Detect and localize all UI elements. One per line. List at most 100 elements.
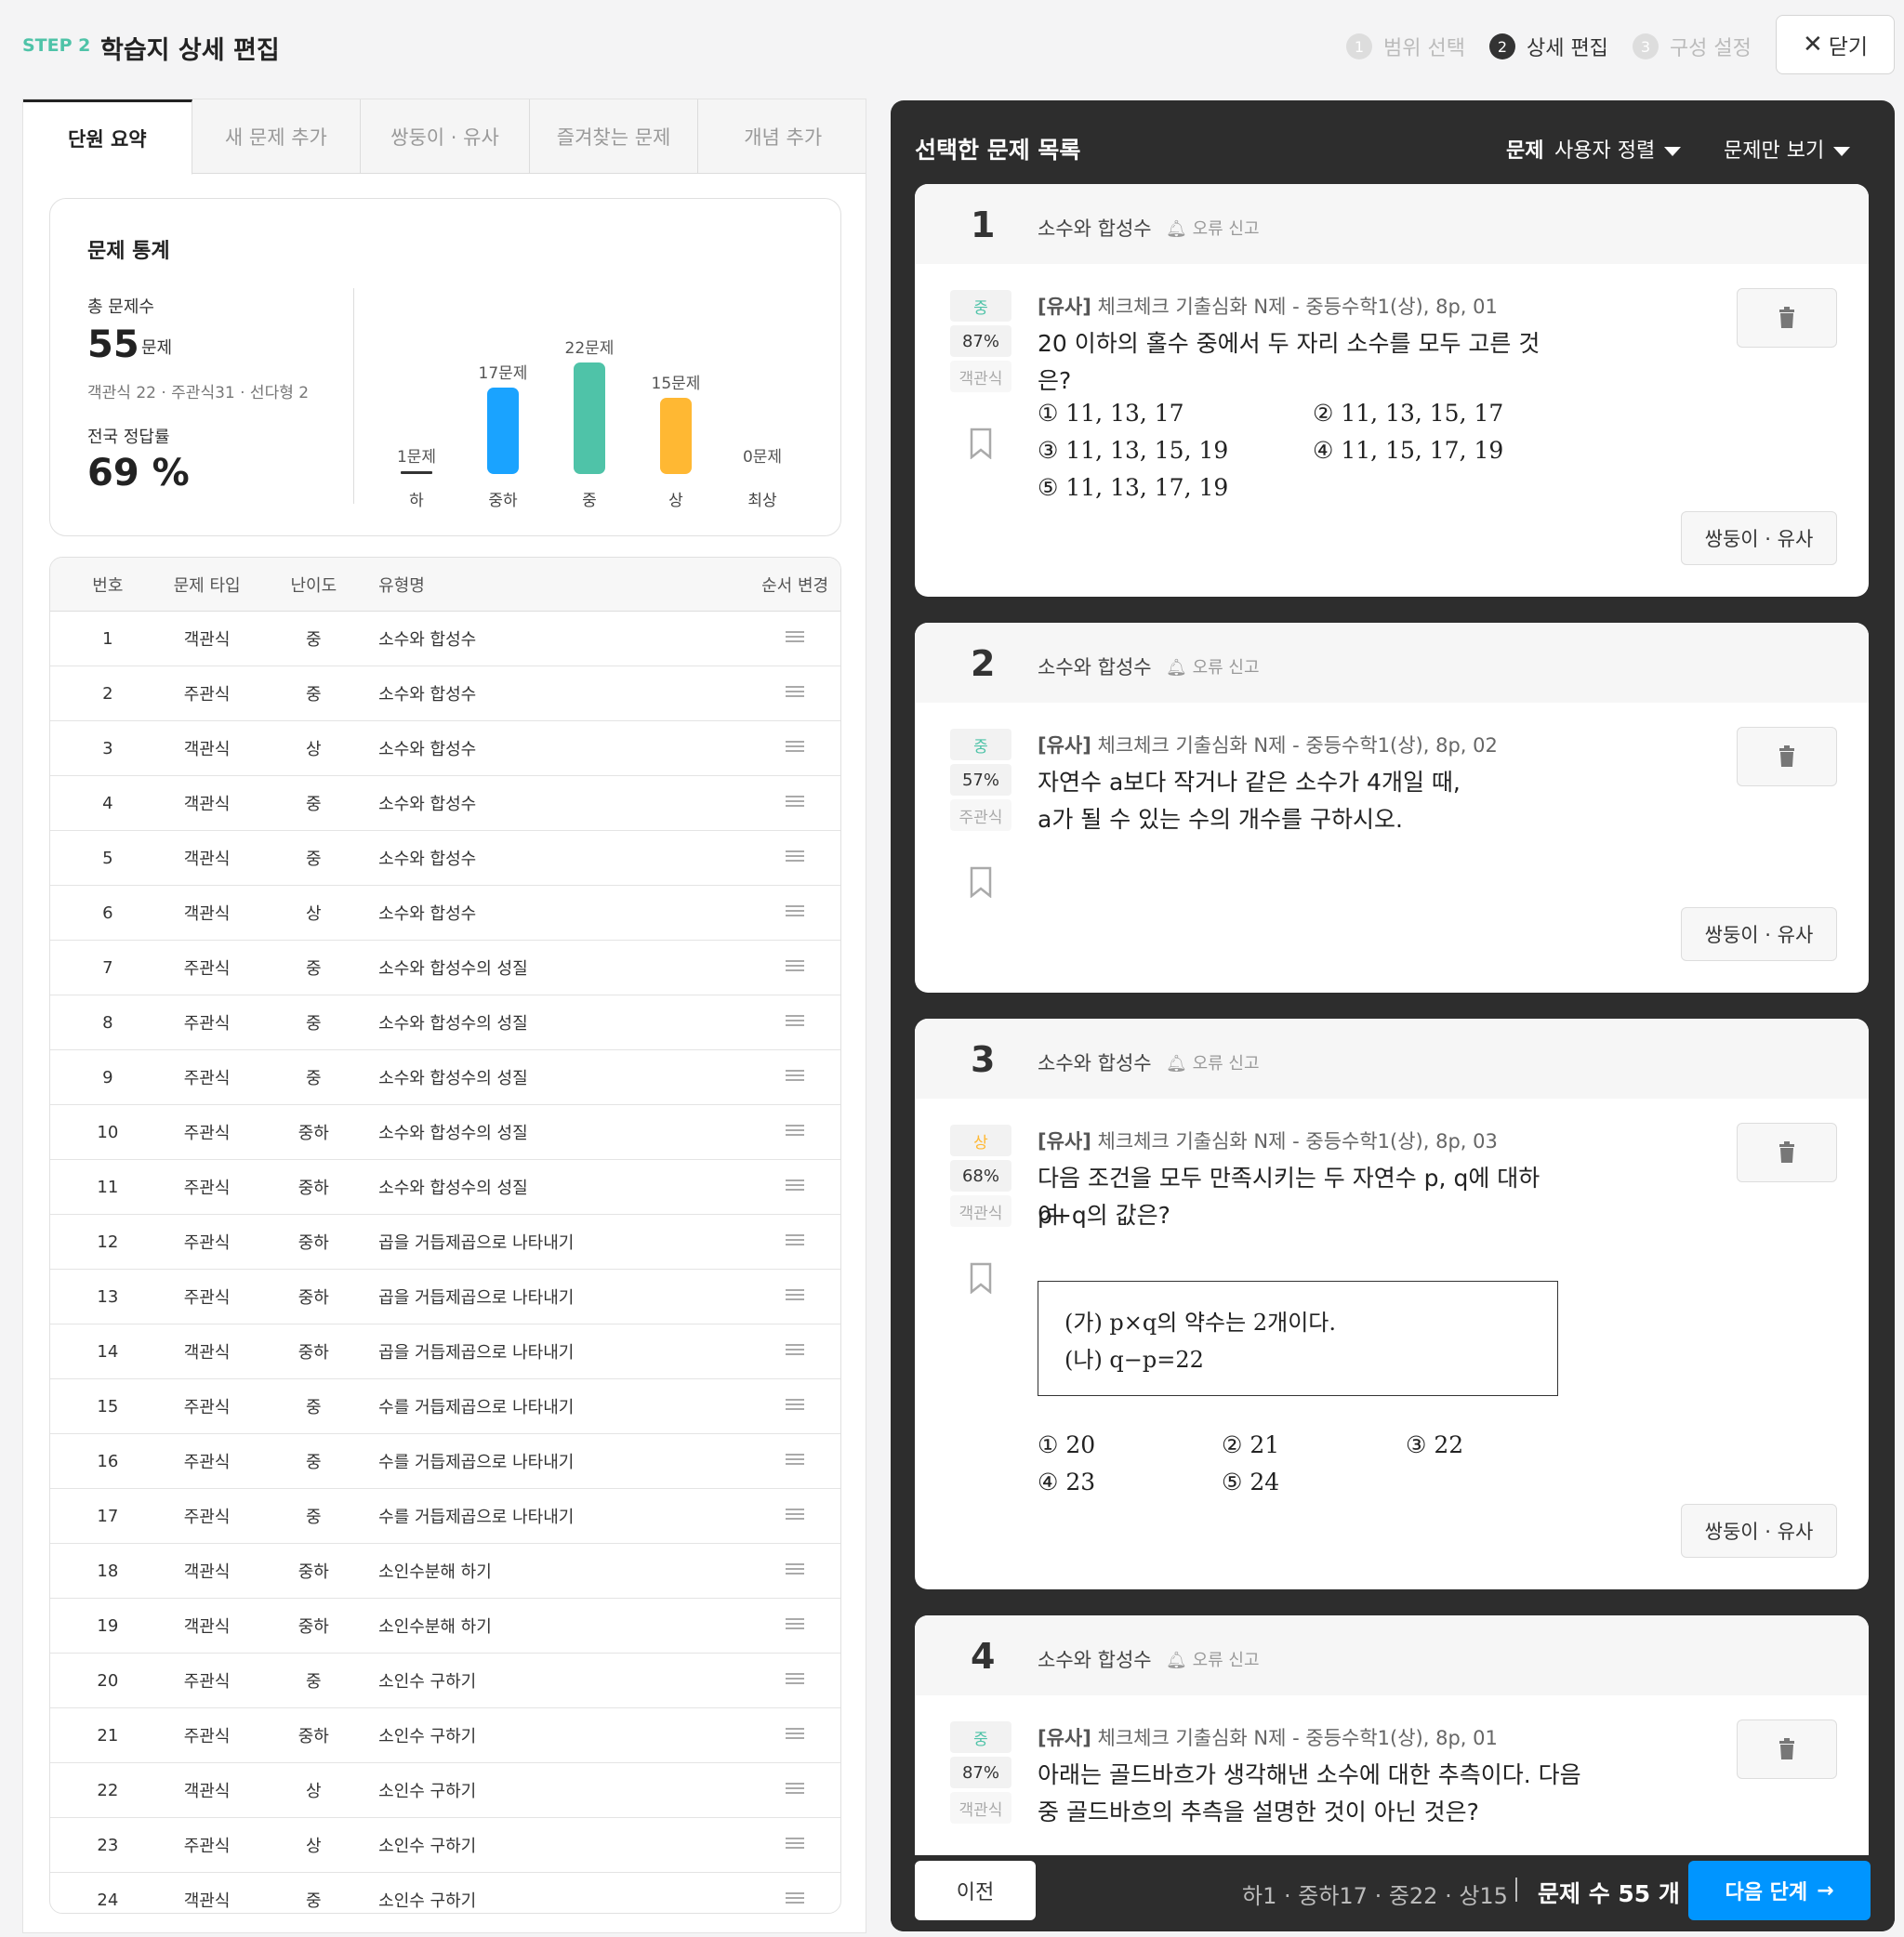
drag-handle-icon[interactable] [749,1395,840,1418]
report-error-link[interactable]: 🔔︎ 오류 신고 [1166,216,1260,240]
table-row[interactable]: 12 주관식 중하 곱을 거듭제곱으로 나타내기 [50,1215,840,1270]
drag-handle-icon[interactable] [749,1889,840,1912]
selected-list-title: 선택한 문제 목록 [915,137,1081,164]
tab-unit-summary[interactable]: 단원 요약 [23,99,192,175]
report-error-link[interactable]: 🔔︎ 오류 신고 [1166,654,1260,679]
drag-handle-icon[interactable] [749,792,840,815]
drag-handle-icon[interactable] [749,682,840,705]
table-row[interactable]: 17 주관식 중 수를 거듭제곱으로 나타내기 [50,1489,840,1544]
table-row[interactable]: 22 객관식 상 소인수 구하기 [50,1763,840,1818]
bookmark-icon[interactable] [969,866,993,898]
table-row[interactable]: 4 객관식 중 소수와 합성수 [50,776,840,831]
drag-handle-icon[interactable] [749,1834,840,1857]
table-row[interactable]: 10 주관식 중하 소수와 합성수의 성질 [50,1105,840,1160]
drag-handle-icon[interactable] [749,1669,840,1693]
table-row[interactable]: 8 주관식 중 소수와 합성수의 성질 [50,995,840,1050]
correct-rate-badge: 57% [950,764,1012,796]
option: ③ 22 [1406,1431,1464,1458]
drag-handle-icon[interactable] [749,737,840,760]
table-row[interactable]: 1 객관식 중 소수와 합성수 [50,612,840,666]
drag-handle-icon[interactable] [749,847,840,870]
drag-handle-icon[interactable] [749,627,840,651]
row-difficulty: 중 [306,630,322,650]
row-difficulty: 중하 [298,1562,329,1582]
table-row[interactable]: 5 객관식 중 소수와 합성수 [50,831,840,886]
trash-icon [1779,745,1794,767]
report-error-link[interactable]: 🔔︎ 오류 신고 [1166,1647,1260,1671]
tab-twin-similar[interactable]: 쌍둥이 · 유사 [361,99,530,174]
table-row[interactable]: 11 주관식 중하 소수와 합성수의 성질 [50,1160,840,1215]
source-tag: [유사] [1038,734,1091,757]
table-row[interactable]: 15 주관식 중 수를 거듭제곱으로 나타내기 [50,1379,840,1434]
drag-handle-icon[interactable] [749,1285,840,1309]
table-row[interactable]: 13 주관식 중하 곱을 거듭제곱으로 나타내기 [50,1270,840,1324]
question-text-line-1: 아래는 골드바흐가 생각해낸 소수에 대한 추측이다. 다음 [1038,1761,1581,1788]
delete-button[interactable] [1737,727,1837,786]
table-row[interactable]: 21 주관식 중하 소인수 구하기 [50,1708,840,1763]
step-2[interactable]: 2 상세 편집 [1488,32,1608,61]
table-row[interactable]: 2 주관식 중 소수와 합성수 [50,666,840,721]
option: ⑤ 11, 13, 17, 19 [1038,474,1229,501]
chart-value-label: 17문제 [478,364,528,384]
drag-handle-icon[interactable] [749,1560,840,1583]
drag-handle-icon[interactable] [749,1779,840,1802]
drag-handle-icon[interactable] [749,1614,840,1638]
row-difficulty: 중 [306,1891,322,1911]
close-button[interactable]: ✕ 닫기 [1776,15,1895,74]
view-dropdown[interactable]: 문제만 보기 [1724,134,1851,164]
drag-handle-icon[interactable] [749,1724,840,1747]
tab-add-new[interactable]: 새 문제 추가 [192,99,362,174]
chart-value-label: 1문제 [396,448,437,467]
question-text-line-2: 중 골드바흐의 추측을 설명한 것이 아닌 것은? [1038,1799,1479,1825]
source-text: 체크체크 기출심화 N제 - 중등수학1(상), 8p, 03 [1091,1130,1498,1153]
delete-button[interactable] [1737,1123,1837,1182]
table-row[interactable]: 20 주관식 중 소인수 구하기 [50,1654,840,1708]
drag-handle-icon[interactable] [749,1450,840,1473]
difficulty-badge: 중 [950,1721,1012,1753]
report-error-link[interactable]: 🔔︎ 오류 신고 [1166,1050,1260,1074]
step-3[interactable]: 3 구성 설정 [1632,32,1752,61]
tab-favorites[interactable]: 즐겨찾는 문제 [530,99,699,174]
table-row[interactable]: 7 주관식 중 소수와 합성수의 성질 [50,941,840,995]
twin-similar-button[interactable]: 쌍둥이 · 유사 [1681,1504,1837,1558]
bookmark-icon[interactable] [969,428,993,459]
table-row[interactable]: 23 주관식 상 소인수 구하기 [50,1818,840,1873]
sort-dropdown[interactable]: 사용자 정렬 [1554,134,1682,164]
table-row[interactable]: 3 객관식 상 소수와 합성수 [50,721,840,776]
step-1[interactable]: 1 범위 선택 [1346,32,1465,61]
twin-similar-button[interactable]: 쌍둥이 · 유사 [1681,907,1837,961]
drag-handle-icon[interactable] [749,956,840,980]
row-difficulty: 중 [306,795,322,814]
type-breakdown: 객관식 22 · 주관식31 · 선다형 2 [87,384,310,402]
bookmark-icon[interactable] [969,1262,993,1294]
delete-button[interactable] [1737,288,1837,348]
table-row[interactable]: 24 객관식 중 소인수 구하기 [50,1873,840,1913]
row-number: 5 [102,848,113,868]
delete-button[interactable] [1737,1720,1837,1779]
source-tag: [유사] [1038,1727,1091,1749]
table-row[interactable]: 14 객관식 중하 곱을 거듭제곱으로 나타내기 [50,1324,840,1379]
drag-handle-icon[interactable] [749,1121,840,1144]
next-button[interactable]: 다음 단계 → [1688,1861,1871,1920]
chart-bar [660,398,692,474]
drag-handle-icon[interactable] [749,902,840,925]
tab-add-concept[interactable]: 개념 추가 [698,99,866,174]
row-type: 주관식 [183,1398,231,1417]
drag-handle-icon[interactable] [749,1066,840,1089]
twin-similar-button[interactable]: 쌍둥이 · 유사 [1681,511,1837,565]
table-row[interactable]: 16 주관식 중 수를 거듭제곱으로 나타내기 [50,1434,840,1489]
drag-handle-icon[interactable] [749,1505,840,1528]
question-meta: 중 87% 객관식 [950,290,1012,392]
row-category: 소인수 구하기 [378,1837,477,1856]
drag-handle-icon[interactable] [749,1231,840,1254]
table-row[interactable]: 18 객관식 중하 소인수분해 하기 [50,1544,840,1599]
prev-button[interactable]: 이전 [915,1861,1036,1920]
table-row[interactable]: 19 객관식 중하 소인수분해 하기 [50,1599,840,1654]
drag-handle-icon[interactable] [749,1340,840,1364]
drag-handle-icon[interactable] [749,1176,840,1199]
trash-icon [1779,307,1794,328]
chart-bar [574,362,605,474]
table-row[interactable]: 6 객관식 상 소수와 합성수 [50,886,840,941]
table-row[interactable]: 9 주관식 중 소수와 합성수의 성질 [50,1050,840,1105]
drag-handle-icon[interactable] [749,1011,840,1034]
